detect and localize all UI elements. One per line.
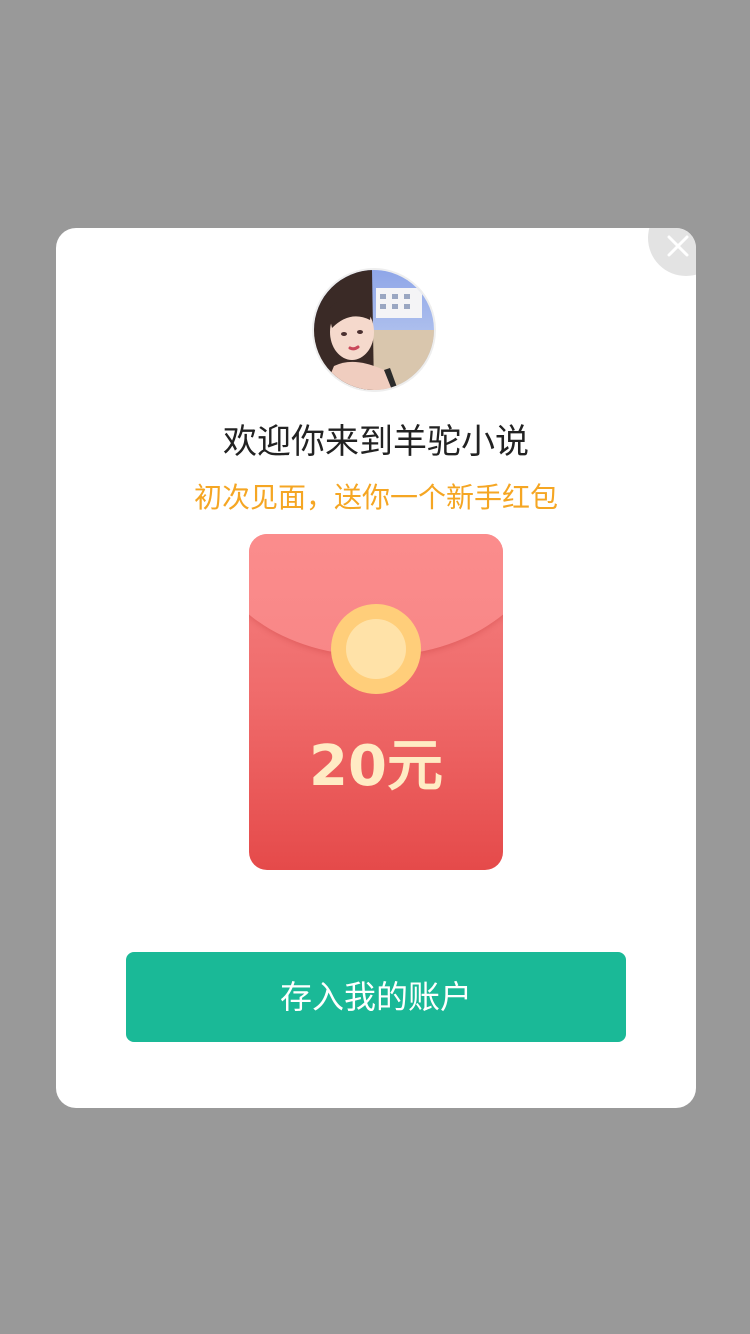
avatar [314,270,434,390]
deposit-to-account-button[interactable]: 存入我的账户 [126,952,626,1042]
red-packet-amount: 20元 [309,734,443,799]
dialog-title: 欢迎你来到羊驼小说 [223,422,529,462]
close-button[interactable] [648,228,696,276]
gold-coin-icon [331,604,421,694]
dialog-subtitle: 初次见面，送你一个新手红包 [193,481,558,514]
red-packet[interactable]: 20元 [249,534,503,870]
avatar-photo [314,270,434,390]
close-icon [667,235,689,257]
welcome-red-packet-dialog: 欢迎你来到羊驼小说 初次见面，送你一个新手红包 20元 存入我的账户 [56,228,696,1108]
